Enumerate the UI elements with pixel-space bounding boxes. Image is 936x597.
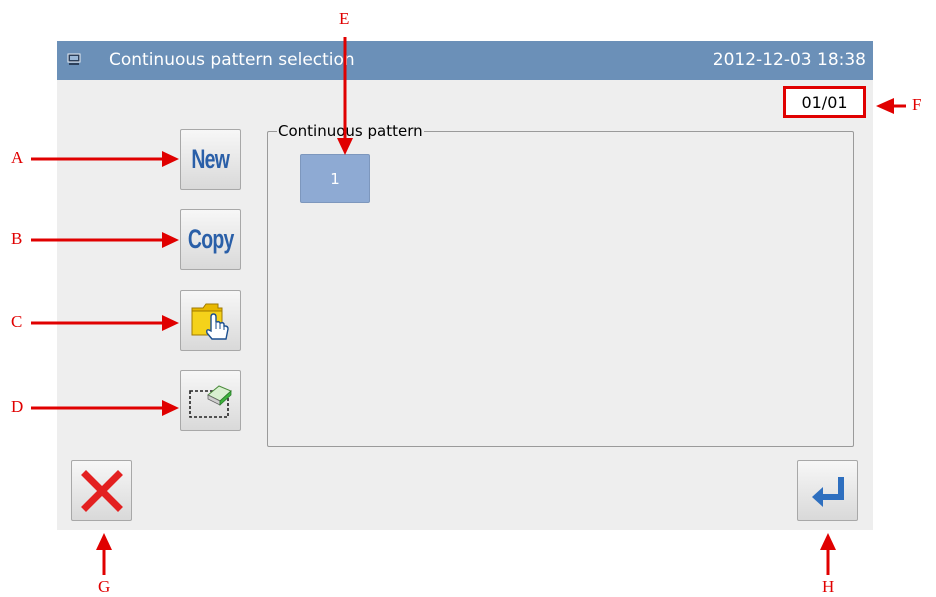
callout-c: C	[11, 312, 23, 331]
callout-d: D	[11, 397, 24, 416]
callout-f: F	[912, 95, 922, 114]
callout-h: H	[822, 577, 835, 596]
callout-g: G	[98, 577, 111, 596]
callout-a: A	[11, 148, 24, 167]
annotation-arrows	[31, 37, 906, 575]
callout-b: B	[11, 229, 23, 248]
callout-e: E	[339, 9, 350, 28]
